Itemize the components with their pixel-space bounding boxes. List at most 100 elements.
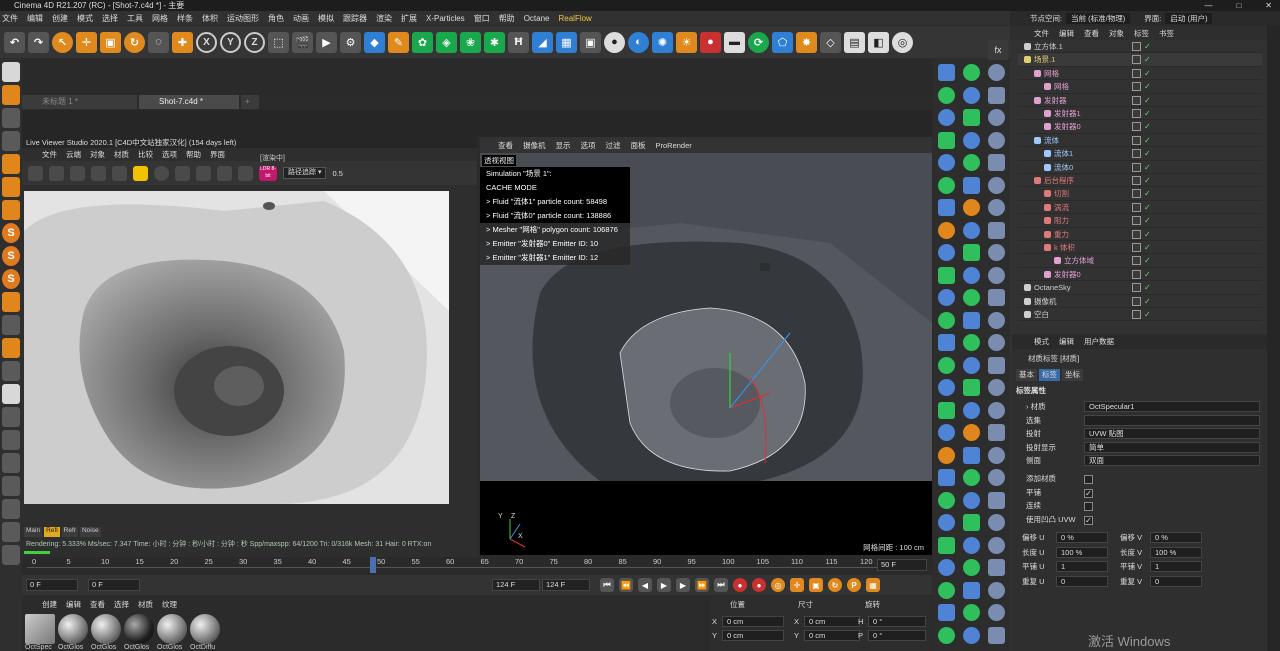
menu-item[interactable]: 创建 [52, 13, 68, 24]
attribute-field[interactable]: 简单 [1084, 441, 1260, 453]
enabled-check-icon[interactable]: ✓ [1144, 176, 1151, 185]
settings-icon[interactable] [112, 165, 127, 181]
attribute-checkbox[interactable] [1084, 502, 1093, 511]
palette-object-icon[interactable] [988, 109, 1005, 126]
points-mode-icon[interactable] [2, 131, 20, 151]
lv-menu-item[interactable]: 文件 [42, 149, 57, 160]
palette-object-icon[interactable] [963, 289, 980, 306]
enabled-check-icon[interactable]: ✓ [1144, 203, 1151, 212]
palette-object-icon[interactable] [938, 154, 955, 171]
object-menu-item[interactable]: 编辑 [1059, 28, 1074, 39]
palette-object-icon[interactable] [938, 266, 955, 284]
palette-object-icon[interactable] [988, 379, 1005, 396]
undo-icon[interactable]: ↶ [4, 31, 25, 53]
timeline-playhead[interactable] [370, 557, 376, 573]
extra-tool-icon[interactable] [2, 522, 20, 542]
key-rotate-icon[interactable]: ↻ [828, 578, 842, 592]
palette-object-icon[interactable] [963, 581, 980, 599]
enabled-check-icon[interactable]: ✓ [1144, 149, 1151, 158]
visibility-toggle[interactable] [1132, 269, 1141, 279]
size-field[interactable]: 0 cm [804, 616, 860, 627]
palette-object-icon[interactable] [938, 356, 955, 374]
menu-item[interactable]: X-Particles [426, 14, 465, 23]
palette-object-icon[interactable] [988, 401, 1005, 419]
key-pla-icon[interactable]: ▦ [866, 578, 880, 592]
palette-object-icon[interactable] [988, 244, 1005, 261]
palette-object-icon[interactable] [988, 424, 1005, 441]
subtab-tag[interactable]: 标签 [1039, 369, 1060, 381]
palette-object-icon[interactable] [963, 356, 980, 374]
palette-object-icon[interactable] [963, 86, 980, 104]
visibility-toggle[interactable] [1132, 149, 1141, 159]
menu-item[interactable]: 跟踪器 [343, 13, 367, 24]
key-param-icon[interactable]: P [847, 578, 861, 592]
object-row[interactable]: 流体 ✓ [1018, 134, 1262, 148]
visibility-toggle[interactable] [1132, 68, 1141, 78]
object-menu-item[interactable]: 查看 [1084, 28, 1099, 39]
material-menu-item[interactable]: 创建 [42, 599, 57, 610]
viewport-menu-item[interactable]: 查看 [498, 140, 513, 151]
menu-item[interactable]: RealFlow [558, 14, 591, 23]
palette-object-icon[interactable] [938, 109, 955, 126]
object-menu-item[interactable]: 标签 [1134, 28, 1149, 39]
viewport-menu-item[interactable]: 选项 [581, 140, 596, 151]
coordinate-icon[interactable]: ✚ [172, 31, 193, 53]
attribute-field[interactable]: UVW 贴图 [1084, 428, 1260, 439]
start-frame-field[interactable]: 0 F [26, 579, 78, 591]
octane-cube-icon[interactable]: ◧ [868, 31, 889, 53]
palette-object-icon[interactable] [988, 131, 1005, 149]
menu-item[interactable]: 选择 [102, 13, 118, 24]
palette-object-icon[interactable] [963, 401, 980, 419]
visibility-toggle[interactable] [1132, 296, 1141, 306]
palette-object-icon[interactable] [963, 334, 980, 351]
menu-item[interactable]: 帮助 [499, 13, 515, 24]
attribute-menu-item[interactable]: 用户数据 [1084, 336, 1114, 347]
auto-key-icon[interactable]: ● [752, 578, 766, 592]
palette-object-icon[interactable] [963, 379, 980, 396]
ldr-badge[interactable]: LDR 8-bit [259, 165, 277, 181]
enabled-check-icon[interactable]: ✓ [1144, 109, 1151, 118]
record-icon[interactable]: ● [733, 578, 747, 592]
checker-icon[interactable] [2, 384, 20, 404]
keyframe-selection-icon[interactable]: ◎ [771, 578, 785, 592]
enabled-check-icon[interactable]: ✓ [1144, 122, 1151, 131]
polygons-mode-icon[interactable] [2, 177, 20, 197]
visibility-toggle[interactable] [1132, 176, 1141, 185]
palette-object-icon[interactable] [938, 401, 955, 419]
tab-main[interactable]: Main [24, 527, 43, 537]
object-row[interactable]: 空白 ✓ [1018, 308, 1262, 322]
palette-object-icon[interactable] [938, 559, 955, 576]
visibility-toggle[interactable] [1132, 256, 1141, 266]
visibility-toggle[interactable] [1132, 283, 1141, 293]
palette-object-icon[interactable] [938, 379, 955, 396]
palette-object-icon[interactable] [988, 176, 1005, 194]
pause-icon[interactable] [70, 165, 85, 181]
palette-object-icon[interactable] [938, 244, 955, 261]
region-icon[interactable] [175, 165, 190, 181]
lv-menu-item[interactable]: 材质 [114, 149, 129, 160]
tab-noise[interactable]: Noise [79, 527, 101, 537]
material-swatch[interactable] [91, 614, 121, 644]
key-move-icon[interactable]: ✛ [790, 578, 804, 592]
new-tab-button[interactable]: + [241, 95, 259, 109]
object-row[interactable]: 发射器1 ✓ [1018, 107, 1262, 121]
menu-item[interactable]: 动画 [293, 13, 309, 24]
palette-object-icon[interactable] [963, 491, 980, 509]
end-frame-field-a[interactable]: 124 F [492, 579, 540, 591]
object-row[interactable]: k 体积 ✓ [1018, 241, 1262, 255]
attribute-field[interactable]: OctSpecular1 [1084, 401, 1260, 412]
palette-object-icon[interactable] [938, 199, 955, 216]
size-field[interactable]: 0 cm [804, 630, 860, 641]
model-mode-icon[interactable] [2, 62, 20, 82]
clay-icon[interactable] [196, 165, 211, 181]
object-row[interactable]: 涡流 ✓ [1018, 201, 1262, 215]
texture-mode-icon[interactable] [2, 108, 20, 128]
attribute-menu-item[interactable]: 编辑 [1059, 336, 1074, 347]
viewport-menu-item[interactable]: 面板 [631, 140, 646, 151]
material-menu-item[interactable]: 查看 [90, 599, 105, 610]
palette-object-icon[interactable] [938, 514, 955, 531]
viewport-menu-item[interactable]: 摄像机 [523, 140, 546, 151]
cloner-icon[interactable]: ❀ [460, 31, 481, 53]
magnet-icon[interactable] [2, 292, 20, 312]
palette-object-icon[interactable] [988, 266, 1005, 284]
